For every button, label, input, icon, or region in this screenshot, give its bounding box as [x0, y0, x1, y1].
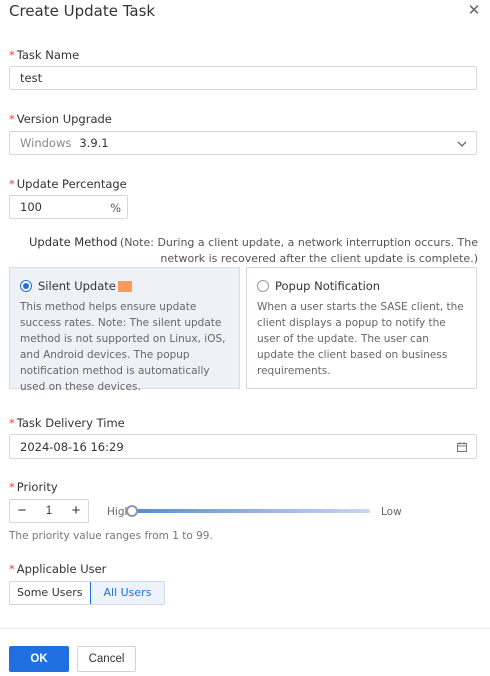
popup-notification-description: When a user starts the SASE client, the … — [257, 301, 464, 377]
applicable-user-label: * Applicable User — [9, 562, 107, 576]
calendar-icon — [457, 442, 467, 452]
cancel-button[interactable]: Cancel — [77, 646, 136, 672]
applicable-user-segmented: Some Users All Users — [9, 581, 166, 605]
priority-value[interactable]: 1 — [34, 505, 64, 517]
version-text: 3.9.1 — [79, 136, 109, 150]
update-percentage-label: * Update Percentage — [9, 177, 127, 191]
version-upgrade-label: * Version Upgrade — [9, 112, 112, 126]
dialog-title: Create Update Task — [9, 2, 156, 20]
task-delivery-time-label: * Task Delivery Time — [9, 416, 125, 430]
dialog-header: Create Update Task ✕ — [0, 0, 490, 26]
version-upgrade-select[interactable]: Windows 3.9.1 — [9, 131, 477, 155]
radio-selected-icon[interactable] — [20, 280, 32, 292]
all-users-option[interactable]: All Users — [89, 582, 165, 604]
priority-stepper[interactable]: − 1 + — [9, 499, 89, 523]
decrement-button[interactable]: − — [10, 500, 34, 522]
task-name-input[interactable]: test — [9, 66, 477, 90]
task-delivery-time-input[interactable]: 2024-08-16 16:29 — [9, 434, 477, 459]
popup-notification-title: Popup Notification — [275, 279, 381, 293]
slider-low-label: Low — [381, 506, 402, 518]
priority-hint: The priority value ranges from 1 to 99. — [9, 530, 213, 542]
close-icon[interactable]: ✕ — [466, 3, 482, 19]
priority-label: * Priority — [9, 480, 58, 494]
radio-unselected-icon[interactable] — [257, 280, 269, 292]
increment-button[interactable]: + — [64, 500, 88, 522]
popup-notification-option[interactable]: Popup Notification When a user starts th… — [246, 267, 477, 389]
update-percentage-input[interactable]: 100 % — [9, 195, 128, 219]
update-method-note: (Note: During a client update, a network… — [119, 236, 478, 265]
ok-button[interactable]: OK — [9, 646, 69, 672]
platform-text: Windows — [20, 136, 72, 150]
silent-update-option[interactable]: Silent Update This method helps ensure u… — [9, 267, 240, 393]
silent-update-title: Silent Update — [38, 279, 116, 293]
some-users-option[interactable]: Some Users — [10, 582, 90, 604]
task-name-label: * Task Name — [9, 48, 80, 62]
priority-slider-thumb[interactable] — [126, 505, 138, 517]
silent-update-description: This method helps ensure update success … — [20, 301, 226, 393]
priority-slider-track[interactable] — [130, 509, 370, 513]
highlight-mark — [117, 280, 132, 292]
chevron-down-icon — [457, 141, 467, 147]
percent-suffix: % — [110, 201, 121, 215]
footer-divider — [0, 628, 490, 629]
